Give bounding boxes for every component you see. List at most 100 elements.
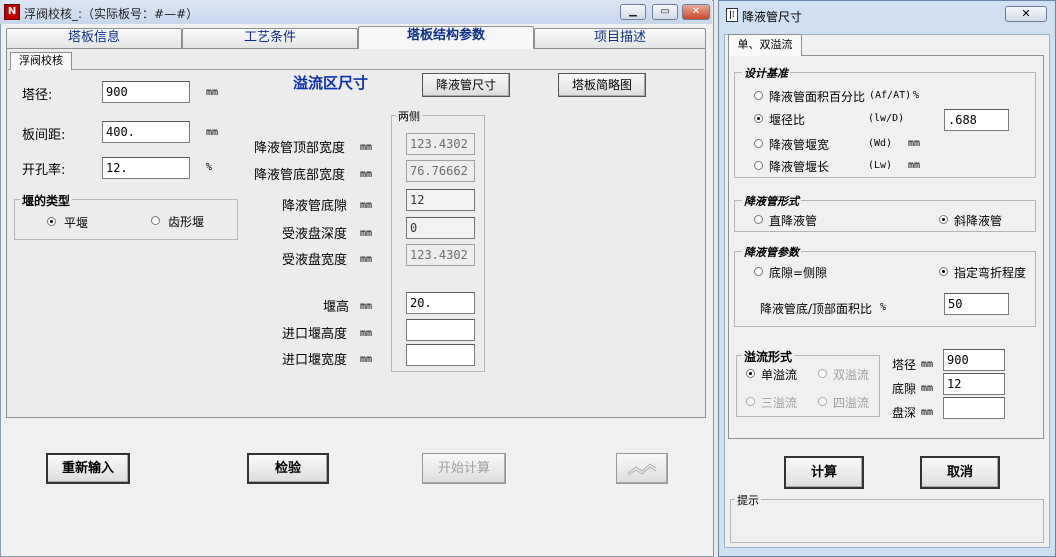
tray-sketch-button[interactable]: 塔板简略图	[558, 73, 646, 97]
dlg-gap-label: 底隙	[892, 382, 917, 396]
flow-quad-label[interactable]: 四溢流	[833, 394, 869, 411]
flow-single-radio[interactable]	[746, 369, 755, 378]
dialog-icon: ǀ⁞	[726, 8, 738, 22]
basis-area-code: (Af/AT)	[869, 90, 912, 101]
form-slanted-label[interactable]: 斜降液管	[954, 212, 1002, 229]
design-basis-title: 设计基准	[742, 65, 790, 81]
receiving-pan-depth-input[interactable]: 0	[406, 217, 475, 239]
param-equal-gap-radio[interactable]	[754, 267, 763, 276]
window-title: 浮阀校核_:（实际板号：#—#）	[24, 7, 199, 21]
dlg-diameter-input[interactable]: 900	[943, 349, 1005, 371]
open-ratio-label: 开孔率:	[22, 163, 66, 178]
cancel-button[interactable]: 取消	[920, 456, 1000, 489]
hint-group	[730, 499, 1044, 543]
check-button[interactable]: 检验	[247, 453, 329, 484]
weir-ratio-input[interactable]: .688	[944, 109, 1009, 131]
open-ratio-unit: %	[206, 162, 213, 173]
chart-button[interactable]	[616, 453, 668, 484]
weir-serrated-label[interactable]: 齿形堰	[168, 213, 204, 230]
form-straight-label[interactable]: 直降液管	[769, 212, 817, 229]
weir-flat-label[interactable]: 平堰	[64, 214, 88, 231]
param-unit: mm	[360, 228, 373, 239]
flow-double-label[interactable]: 双溢流	[833, 366, 869, 383]
param-label: 降液管底部宽度	[254, 168, 346, 183]
basis-weir-length-radio[interactable]	[754, 161, 763, 170]
subtab-divider	[8, 69, 704, 70]
tab-process-conditions[interactable]: 工艺条件	[182, 28, 358, 48]
overflow-area-heading: 溢流区尺寸	[293, 74, 369, 92]
weir-param-unit: mm	[360, 301, 373, 312]
param-label: 受液盘宽度	[282, 253, 348, 268]
inlet-weir-width-input[interactable]	[406, 344, 475, 366]
param-unit: mm	[360, 254, 373, 265]
downcomer-clearance-input[interactable]: 12	[406, 189, 475, 211]
param-unit: mm	[360, 142, 373, 153]
area-ratio-input[interactable]: 50	[944, 293, 1009, 315]
subtab-valve-check[interactable]: 浮阀校核	[10, 52, 72, 70]
dlg-depth-input[interactable]	[943, 397, 1005, 419]
hint-title: 提示	[735, 492, 761, 508]
weir-flat-radio[interactable]	[47, 217, 56, 226]
weir-param-unit: mm	[360, 354, 373, 365]
flow-single-label[interactable]: 单溢流	[761, 366, 797, 383]
basis-weir-width-unit: mm	[908, 138, 921, 149]
param-bend-label[interactable]: 指定弯折程度	[954, 264, 1026, 281]
tab-tray-info[interactable]: 塔板信息	[6, 28, 182, 48]
downcomer-param-title: 降液管参数	[742, 244, 801, 260]
downcomer-size-button[interactable]: 降液管尺寸	[422, 73, 510, 97]
dlg-depth-unit: mm	[921, 407, 934, 418]
form-straight-radio[interactable]	[754, 215, 763, 224]
area-ratio-label: 降液管底/顶部面积比	[760, 302, 873, 316]
app-icon: N	[4, 4, 20, 20]
tab-tray-structure[interactable]: 塔板结构参数	[358, 26, 534, 49]
diameter-input[interactable]: 900	[102, 81, 190, 103]
basis-weir-length-unit: mm	[908, 160, 921, 171]
calculate-button[interactable]: 计算	[784, 456, 864, 489]
dlg-diameter-unit: mm	[921, 359, 934, 370]
diameter-unit: mm	[206, 87, 219, 98]
param-bend-radio[interactable]	[939, 267, 948, 276]
chart-icon	[627, 463, 657, 476]
maximize-button[interactable]: ▭	[652, 4, 678, 20]
weir-param-label: 进口堰高度	[282, 327, 348, 342]
dialog-title: 降液管尺寸	[742, 10, 803, 24]
param-equal-gap-label[interactable]: 底隙=侧隙	[769, 264, 827, 281]
basis-area-label[interactable]: 降液管面积百分比	[769, 88, 865, 105]
basis-area-radio[interactable]	[754, 91, 763, 100]
flow-type-title: 溢流形式	[742, 348, 795, 365]
flow-triple-radio[interactable]	[746, 397, 755, 406]
weir-param-unit: mm	[360, 328, 373, 339]
dlg-gap-input[interactable]: 12	[943, 373, 1005, 395]
minimize-button[interactable]: ▁	[620, 4, 646, 20]
basis-weir-ratio-code: (lw/D)	[868, 113, 905, 124]
basis-weir-width-radio[interactable]	[754, 139, 763, 148]
basis-weir-width-label[interactable]: 降液管堰宽	[769, 136, 829, 153]
weir-param-label: 堰高	[323, 300, 350, 315]
inlet-weir-height-input[interactable]	[406, 319, 475, 341]
basis-weir-ratio-radio[interactable]	[754, 114, 763, 123]
form-slanted-radio[interactable]	[939, 215, 948, 224]
flow-quad-radio[interactable]	[818, 397, 827, 406]
flow-double-radio[interactable]	[818, 369, 827, 378]
plate-spacing-input[interactable]: 400.	[102, 121, 190, 143]
basis-weir-width-code: (Wd)	[868, 138, 893, 149]
close-button[interactable]: ✕	[682, 4, 710, 20]
start-calc-button[interactable]: 开始计算	[422, 453, 506, 484]
side-group-title: 两侧	[396, 108, 422, 124]
dlg-gap-unit: mm	[921, 383, 934, 394]
weir-height-input[interactable]: 20.	[406, 292, 475, 314]
weir-serrated-radio[interactable]	[151, 216, 160, 225]
basis-weir-length-label[interactable]: 降液管堰长	[769, 158, 829, 175]
flow-triple-label[interactable]: 三溢流	[761, 394, 797, 411]
basis-area-unit: %	[913, 90, 920, 101]
receiving-pan-width-field: 123.4302	[406, 244, 475, 266]
reinput-button[interactable]: 重新输入	[46, 453, 130, 484]
open-ratio-input[interactable]: 12.	[102, 157, 190, 179]
basis-weir-ratio-label[interactable]: 堰径比	[769, 111, 805, 128]
dialog-close-button[interactable]: ✕	[1005, 6, 1047, 22]
tab-project-description[interactable]: 项目描述	[534, 28, 706, 48]
tab-single-double-flow[interactable]: 单、双溢流	[728, 34, 802, 56]
basis-weir-length-code: (Lw)	[868, 160, 893, 171]
param-label: 受液盘深度	[282, 227, 348, 242]
plate-spacing-label: 板间距:	[22, 128, 66, 143]
